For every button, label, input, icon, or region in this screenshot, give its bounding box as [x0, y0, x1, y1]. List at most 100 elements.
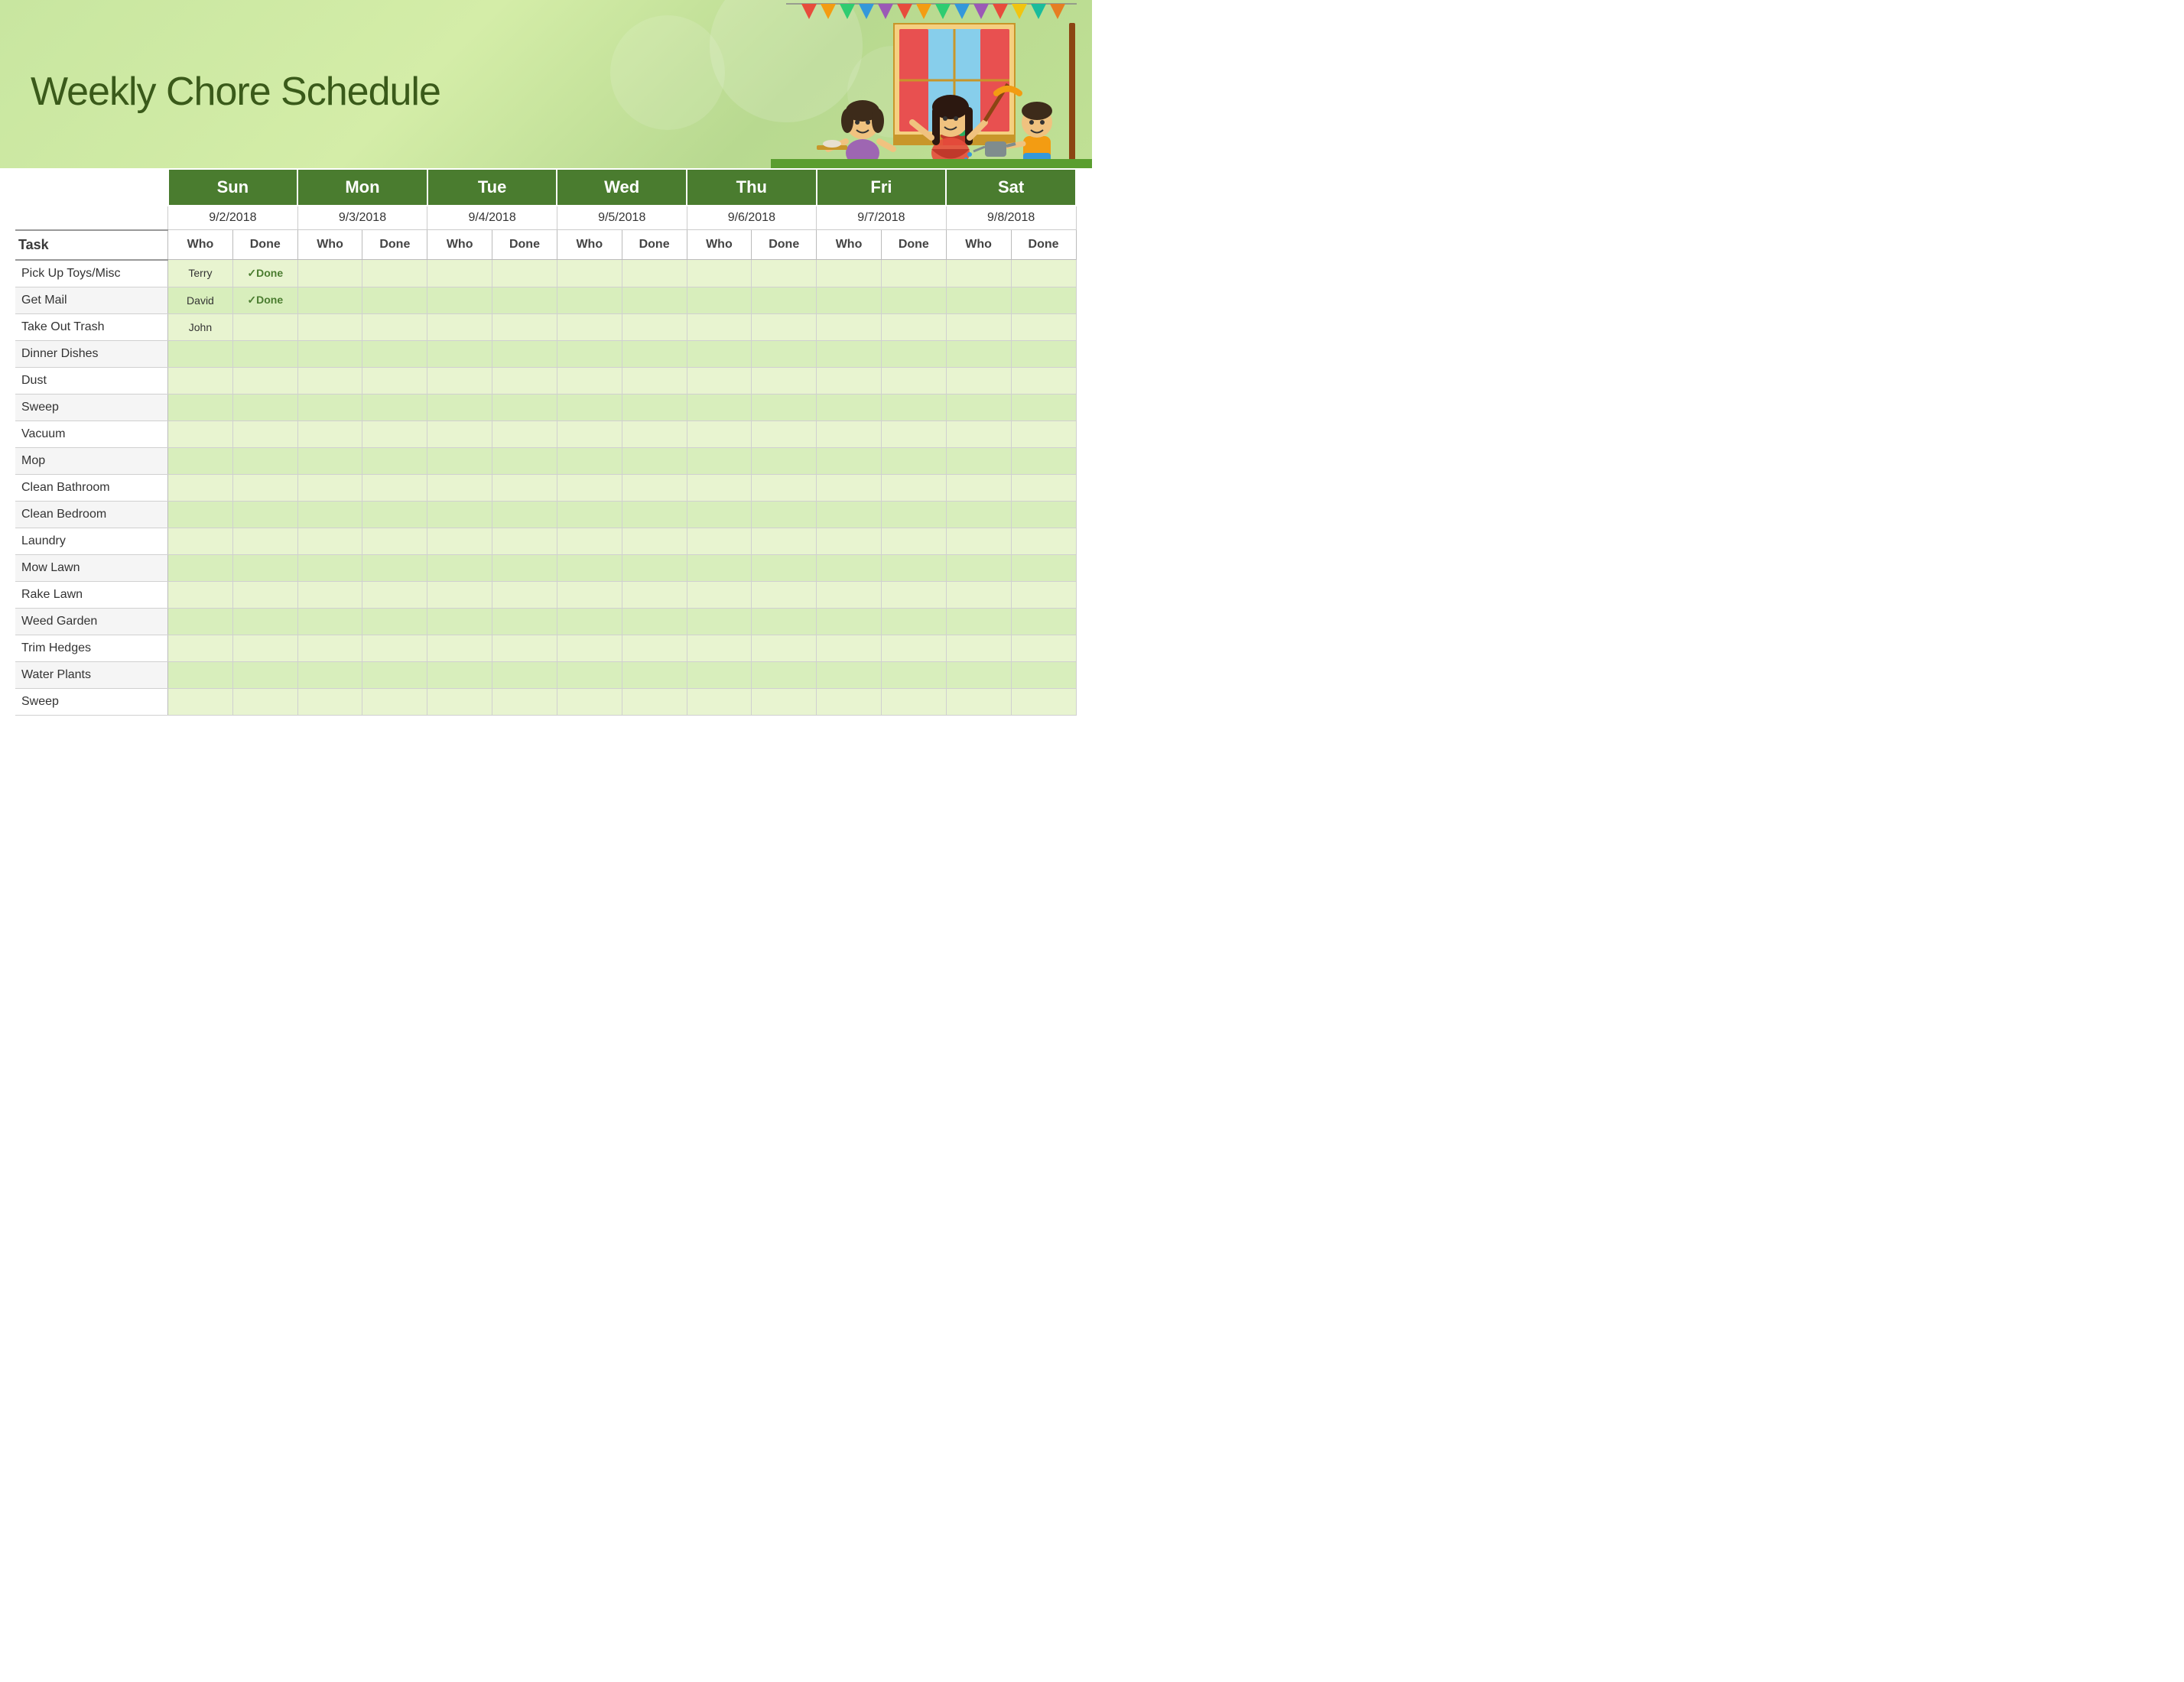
done-cell[interactable]	[492, 581, 557, 608]
who-cell[interactable]	[946, 287, 1011, 313]
done-cell[interactable]	[622, 287, 687, 313]
done-cell[interactable]	[1011, 420, 1076, 447]
done-cell[interactable]	[881, 313, 946, 340]
done-cell[interactable]	[881, 635, 946, 661]
done-cell[interactable]	[362, 260, 427, 287]
who-cell[interactable]	[557, 447, 622, 474]
task-name[interactable]: Clean Bathroom	[15, 474, 168, 501]
who-cell[interactable]	[168, 635, 233, 661]
who-cell[interactable]: Terry	[168, 260, 233, 287]
who-cell[interactable]	[297, 340, 362, 367]
who-cell[interactable]	[557, 688, 622, 715]
who-cell[interactable]	[297, 635, 362, 661]
who-cell[interactable]	[946, 661, 1011, 688]
who-cell[interactable]	[557, 394, 622, 420]
who-cell[interactable]	[427, 581, 492, 608]
done-cell[interactable]	[232, 661, 297, 688]
who-cell[interactable]	[817, 635, 882, 661]
done-cell[interactable]	[1011, 581, 1076, 608]
who-cell[interactable]	[687, 688, 752, 715]
done-cell[interactable]	[362, 688, 427, 715]
done-cell[interactable]	[492, 474, 557, 501]
done-cell[interactable]	[232, 501, 297, 528]
done-cell[interactable]	[362, 447, 427, 474]
done-cell[interactable]	[622, 661, 687, 688]
who-cell[interactable]	[557, 501, 622, 528]
done-cell[interactable]	[232, 688, 297, 715]
who-cell[interactable]	[297, 367, 362, 394]
done-cell[interactable]	[752, 554, 817, 581]
who-cell[interactable]	[427, 635, 492, 661]
done-cell[interactable]	[622, 581, 687, 608]
done-cell[interactable]	[752, 287, 817, 313]
who-cell[interactable]	[427, 420, 492, 447]
who-cell[interactable]	[687, 313, 752, 340]
done-cell[interactable]	[881, 367, 946, 394]
who-cell[interactable]	[297, 260, 362, 287]
done-cell[interactable]	[492, 528, 557, 554]
who-cell[interactable]	[557, 287, 622, 313]
who-cell[interactable]	[168, 367, 233, 394]
who-cell[interactable]	[557, 313, 622, 340]
who-cell[interactable]	[297, 474, 362, 501]
task-name[interactable]: Sweep	[15, 688, 168, 715]
who-cell[interactable]	[946, 501, 1011, 528]
done-cell[interactable]	[1011, 661, 1076, 688]
done-cell[interactable]	[752, 260, 817, 287]
who-cell[interactable]	[168, 688, 233, 715]
done-cell[interactable]	[881, 260, 946, 287]
done-cell[interactable]	[232, 394, 297, 420]
done-cell[interactable]	[752, 528, 817, 554]
task-name[interactable]: Dust	[15, 367, 168, 394]
who-cell[interactable]	[817, 260, 882, 287]
who-cell[interactable]	[687, 367, 752, 394]
who-cell[interactable]	[297, 661, 362, 688]
done-cell[interactable]	[362, 367, 427, 394]
done-cell[interactable]	[362, 340, 427, 367]
done-cell[interactable]	[752, 501, 817, 528]
done-cell[interactable]	[1011, 340, 1076, 367]
task-name[interactable]: Trim Hedges	[15, 635, 168, 661]
done-cell[interactable]	[622, 260, 687, 287]
done-cell[interactable]	[881, 688, 946, 715]
who-cell[interactable]	[168, 528, 233, 554]
who-cell[interactable]	[168, 608, 233, 635]
done-cell[interactable]	[492, 688, 557, 715]
who-cell[interactable]	[427, 661, 492, 688]
who-cell[interactable]	[946, 688, 1011, 715]
done-cell[interactable]	[622, 688, 687, 715]
done-cell[interactable]	[622, 528, 687, 554]
done-cell[interactable]	[1011, 528, 1076, 554]
who-cell[interactable]	[557, 367, 622, 394]
who-cell[interactable]	[297, 554, 362, 581]
who-cell[interactable]	[557, 661, 622, 688]
task-name[interactable]: Take Out Trash	[15, 313, 168, 340]
who-cell[interactable]	[817, 501, 882, 528]
who-cell[interactable]	[297, 313, 362, 340]
who-cell[interactable]	[297, 394, 362, 420]
task-name[interactable]: Water Plants	[15, 661, 168, 688]
who-cell[interactable]	[817, 447, 882, 474]
done-cell[interactable]	[1011, 501, 1076, 528]
task-name[interactable]: Get Mail	[15, 287, 168, 313]
who-cell[interactable]	[427, 367, 492, 394]
done-cell[interactable]	[362, 661, 427, 688]
done-cell[interactable]	[881, 608, 946, 635]
done-cell[interactable]	[622, 554, 687, 581]
who-cell[interactable]	[946, 367, 1011, 394]
who-cell[interactable]	[557, 474, 622, 501]
who-cell[interactable]	[168, 581, 233, 608]
who-cell[interactable]	[297, 287, 362, 313]
who-cell[interactable]	[817, 581, 882, 608]
done-cell[interactable]	[622, 313, 687, 340]
done-cell[interactable]	[492, 340, 557, 367]
done-cell[interactable]	[232, 554, 297, 581]
who-cell[interactable]	[946, 447, 1011, 474]
who-cell[interactable]	[297, 528, 362, 554]
done-cell[interactable]	[1011, 367, 1076, 394]
who-cell[interactable]	[557, 554, 622, 581]
who-cell[interactable]	[687, 554, 752, 581]
who-cell[interactable]	[297, 608, 362, 635]
who-cell[interactable]	[687, 260, 752, 287]
done-cell[interactable]	[492, 447, 557, 474]
